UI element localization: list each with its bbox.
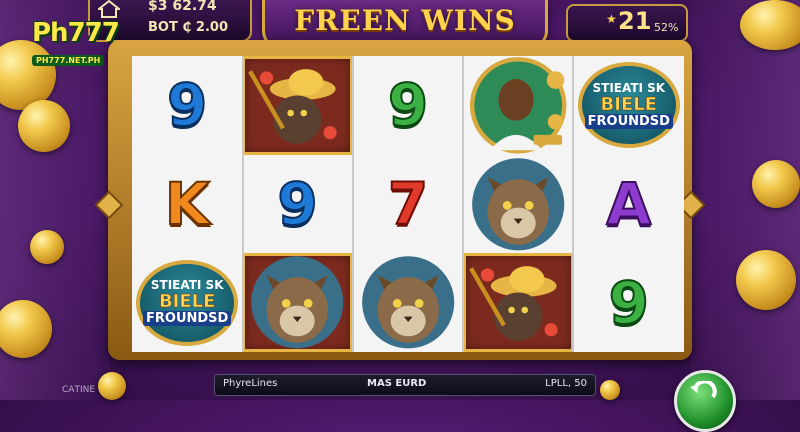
decor-coin [736, 250, 796, 310]
spin-arrow-icon [690, 381, 717, 399]
symbol-glyph: 9 [608, 268, 650, 337]
badge-text: BIELE [158, 291, 216, 313]
explorer-icon [248, 69, 338, 144]
reel-explorer-symbol [463, 253, 574, 352]
symbol-glyph: A [605, 169, 652, 238]
decor-coin [600, 380, 620, 400]
reel-symbol-badge: STIEATI SK BIELE FROUNDSD [574, 56, 684, 155]
reel-symbol-7: 7 [353, 155, 463, 254]
frame-ornament-left-icon [94, 190, 124, 220]
badge-text: FROUNDSD [143, 311, 232, 327]
lines-value: LPLL, 50 [545, 378, 587, 389]
reel-lynx-symbol [353, 253, 463, 352]
badge-text: FROUNDSD [584, 113, 673, 129]
symbol-glyph: 7 [387, 169, 429, 238]
decor-coin [752, 160, 800, 208]
symbol-glyph: 9 [166, 71, 208, 140]
reel-explorer-symbol [242, 56, 353, 155]
paylines-label: PhyreLines [223, 378, 278, 389]
reel-symbol-9: 9 [242, 155, 352, 254]
reel-divider [572, 56, 574, 352]
reel-symbol-9: 9 [353, 56, 463, 155]
reel-symbol-9: 9 [574, 253, 684, 352]
badge-text: BIELE [600, 93, 658, 115]
logo-sub-text: PH777.NET.PH [32, 55, 105, 66]
reel-symbol-badge: STIEATI SK BIELE FROUNDSD [132, 253, 242, 352]
free-spins-count: 21 [618, 7, 652, 35]
reel-divider [462, 56, 464, 352]
explorer-icon [469, 266, 558, 342]
reel-symbol-K: K [132, 155, 242, 254]
wins-panel: ★ 21 52% [566, 4, 688, 42]
bet-value: BOT ₵ 2.00 [148, 20, 228, 35]
info-bar: PhyreLines MAS EURD LPLL, 50 [214, 374, 596, 396]
decor-coin [98, 372, 126, 400]
lynx-icon [251, 256, 344, 349]
symbol-glyph: 9 [387, 71, 429, 140]
badge-symbol: STIEATI SK BIELE FROUNDSD [577, 62, 680, 149]
spin-button[interactable] [674, 370, 736, 432]
lynx-icon [472, 157, 565, 251]
lynx-icon [361, 256, 455, 349]
corner-label: CAТINE [62, 385, 96, 395]
reel-lynx-symbol [463, 155, 573, 254]
game-title: FREEN WINS [294, 4, 516, 37]
reel-lynx-symbol [242, 253, 353, 352]
decor-coin [30, 230, 64, 264]
symbol-glyph: 9 [276, 169, 318, 238]
badge-symbol: STIEATI SK BIELE FROUNDSD [136, 259, 239, 346]
wins-percent: 52% [654, 21, 679, 34]
home-icon[interactable] [98, 0, 120, 18]
decor-coin [18, 100, 70, 152]
reel-divider [352, 56, 354, 352]
reel-symbol-9: 9 [132, 56, 242, 155]
reel-portrait-symbol [463, 56, 573, 155]
portrait-icon [470, 57, 567, 154]
reel-divider [242, 56, 244, 352]
badge-text: STIEATI SK [592, 80, 666, 95]
max-bet-label[interactable]: MAS EURD [367, 378, 426, 389]
symbol-glyph: K [164, 169, 211, 238]
reel-grid: 9 9 STIEATI SK BIELE FROUNDSD K 9 7 A STIEATI SK B… [132, 56, 684, 352]
balance-value: $3 62.74 [148, 0, 217, 14]
reel-symbol-A: A [574, 155, 684, 254]
star-icon: ★ [606, 12, 617, 26]
